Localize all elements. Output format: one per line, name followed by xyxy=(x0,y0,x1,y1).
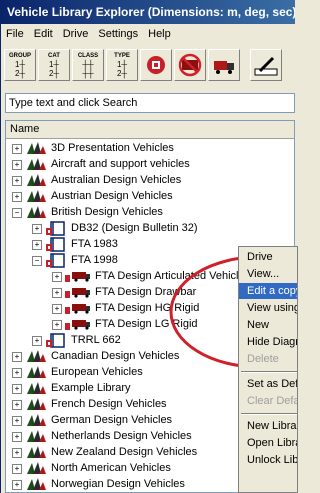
menu-help[interactable]: Help xyxy=(143,24,176,44)
context-menu-item[interactable]: Clear Default xyxy=(239,393,297,409)
window-title: Vehicle Library Explorer (Dimensions: m,… xyxy=(1,0,295,24)
tree-item-label: FTA Design Drawbar xyxy=(95,286,197,298)
expand-icon[interactable]: + xyxy=(12,160,22,170)
expand-icon[interactable]: + xyxy=(52,272,62,282)
tree-item-label: Aircraft and support vehicles xyxy=(51,158,190,170)
expand-icon[interactable]: + xyxy=(12,448,22,458)
context-menu-item[interactable]: Set as Default xyxy=(239,376,297,392)
tree-item-label: DB32 (Design Bulletin 32) xyxy=(71,222,198,234)
tree-item-label: FTA 1983 xyxy=(71,238,118,250)
tree-item-label: German Design Vehicles xyxy=(51,414,173,426)
tree-item-label: French Design Vehicles xyxy=(51,398,167,410)
context-menu-item[interactable]: Drive xyxy=(239,249,297,265)
tree-header-name[interactable]: Name xyxy=(6,121,294,139)
group-view-label: GROUP xyxy=(8,53,31,59)
tree-item-label: Example Library xyxy=(51,382,131,394)
menu-file[interactable]: File xyxy=(1,24,29,44)
expand-icon[interactable]: + xyxy=(12,176,22,186)
expand-icon[interactable]: + xyxy=(12,416,22,426)
group-view-icon: 1┼ 2┼ xyxy=(14,60,26,78)
type-view-button[interactable]: TYPE 1┼ 2┼ xyxy=(106,49,138,81)
expand-icon[interactable]: + xyxy=(12,192,22,202)
no-vehicle-icon xyxy=(178,53,202,77)
context-menu-separator xyxy=(241,371,297,373)
tree-item[interactable]: + DB32 (Design Bulletin 32) xyxy=(6,220,294,236)
context-menu-item[interactable]: Edit a copy xyxy=(239,283,297,299)
truck-icon xyxy=(214,61,234,74)
truck-button[interactable] xyxy=(208,49,240,81)
tree-item-label: TRRL 662 xyxy=(71,334,121,346)
no-vehicle-button[interactable] xyxy=(174,49,206,81)
collapse-icon[interactable]: − xyxy=(12,208,22,218)
vehicle-settings-button[interactable] xyxy=(140,49,172,81)
expand-icon[interactable]: + xyxy=(12,480,22,490)
tree-item[interactable]: + Austrian Design Vehicles xyxy=(6,188,294,204)
type-view-icon: 1┼ 2┼ xyxy=(116,60,128,78)
expand-icon[interactable]: + xyxy=(32,240,42,250)
tree-item-label: Austrian Design Vehicles xyxy=(51,190,173,202)
class-view-button[interactable]: CLASS ┼┼ ┼┼ xyxy=(72,49,104,81)
vehicle-library-window: Vehicle Library Explorer (Dimensions: m,… xyxy=(0,0,298,493)
tree-item-label: British Design Vehicles xyxy=(51,206,163,218)
expand-icon[interactable]: + xyxy=(12,384,22,394)
tree-item-label: FTA Design LG Rigid xyxy=(95,318,198,330)
tree-item[interactable]: +3D Presentation Vehicles xyxy=(6,140,294,156)
context-menu-item[interactable]: Hide Diagram xyxy=(239,334,297,350)
tree-item[interactable]: + Australian Design Vehicles xyxy=(6,172,294,188)
expand-icon[interactable]: + xyxy=(12,400,22,410)
expand-icon[interactable]: + xyxy=(52,320,62,330)
context-menu: Drive View... Edit a copy View using New Hide… xyxy=(238,246,298,493)
expand-icon[interactable]: + xyxy=(12,464,22,474)
expand-icon[interactable]: + xyxy=(32,224,42,234)
context-menu-item[interactable]: New xyxy=(239,317,297,333)
context-menu-item[interactable]: Delete xyxy=(239,351,297,367)
tree-item-label: 3D Presentation Vehicles xyxy=(51,142,174,154)
toolbar: GROUP 1┼ 2┼ CAT 1┼ 2┼ CLASS ┼┼ ┼┼ TYPE 1┼ 2┼ xyxy=(1,46,295,86)
expand-icon[interactable]: + xyxy=(12,144,22,154)
collapse-icon[interactable]: − xyxy=(32,256,42,266)
expand-icon[interactable]: + xyxy=(52,304,62,314)
context-menu-item[interactable]: View... xyxy=(239,266,297,282)
context-menu-separator xyxy=(241,413,297,415)
tree-item[interactable]: − British Design Vehicles xyxy=(6,204,294,220)
expand-icon[interactable]: + xyxy=(12,432,22,442)
tree-item-label: Canadian Design Vehicles xyxy=(51,350,180,362)
tree-item-label: FTA 1998 xyxy=(71,254,118,266)
class-view-label: CLASS xyxy=(77,53,99,59)
expand-icon[interactable]: + xyxy=(32,336,42,346)
group-view-button[interactable]: GROUP 1┼ 2┼ xyxy=(4,49,36,81)
tree-item-label: European Vehicles xyxy=(51,366,143,378)
context-menu-item[interactable]: View using xyxy=(239,300,297,316)
search-input[interactable]: Type text and click Search xyxy=(5,93,295,113)
vehicle-settings-icon xyxy=(147,56,165,74)
tree-item-label: Australian Design Vehicles xyxy=(51,174,182,186)
menu-edit[interactable]: Edit xyxy=(29,24,58,44)
category-view-button[interactable]: CAT 1┼ 2┼ xyxy=(38,49,70,81)
expand-icon[interactable]: + xyxy=(52,288,62,298)
tree-item-label: Norwegian Design Vehicles xyxy=(51,478,185,490)
tree-item[interactable]: + Aircraft and support vehicles xyxy=(6,156,294,172)
category-view-icon: 1┼ 2┼ xyxy=(48,60,60,78)
edit-pencil-icon xyxy=(254,56,278,76)
expand-icon[interactable]: + xyxy=(12,368,22,378)
tree-item-label: FTA Design HG Rigid xyxy=(95,302,200,314)
type-view-label: TYPE xyxy=(114,53,130,59)
tree-item-label: New Zealand Design Vehicles xyxy=(51,446,198,458)
tree-item-label: Netherlands Design Vehicles xyxy=(51,430,192,442)
menu-bar: File Edit Drive Settings Help xyxy=(1,24,295,44)
vehicle-group-icon xyxy=(25,477,47,492)
expand-icon[interactable]: + xyxy=(12,352,22,362)
tree-item-label: North American Vehicles xyxy=(51,462,171,474)
menu-drive[interactable]: Drive xyxy=(58,24,94,44)
context-menu-item[interactable]: Open Library xyxy=(239,435,297,451)
context-menu-item[interactable]: Unlock Library xyxy=(239,452,297,468)
edit-button[interactable] xyxy=(250,49,282,81)
context-menu-item[interactable]: New Library xyxy=(239,418,297,434)
menu-settings[interactable]: Settings xyxy=(93,24,143,44)
category-view-label: CAT xyxy=(48,53,60,59)
class-view-icon: ┼┼ ┼┼ xyxy=(82,60,94,78)
